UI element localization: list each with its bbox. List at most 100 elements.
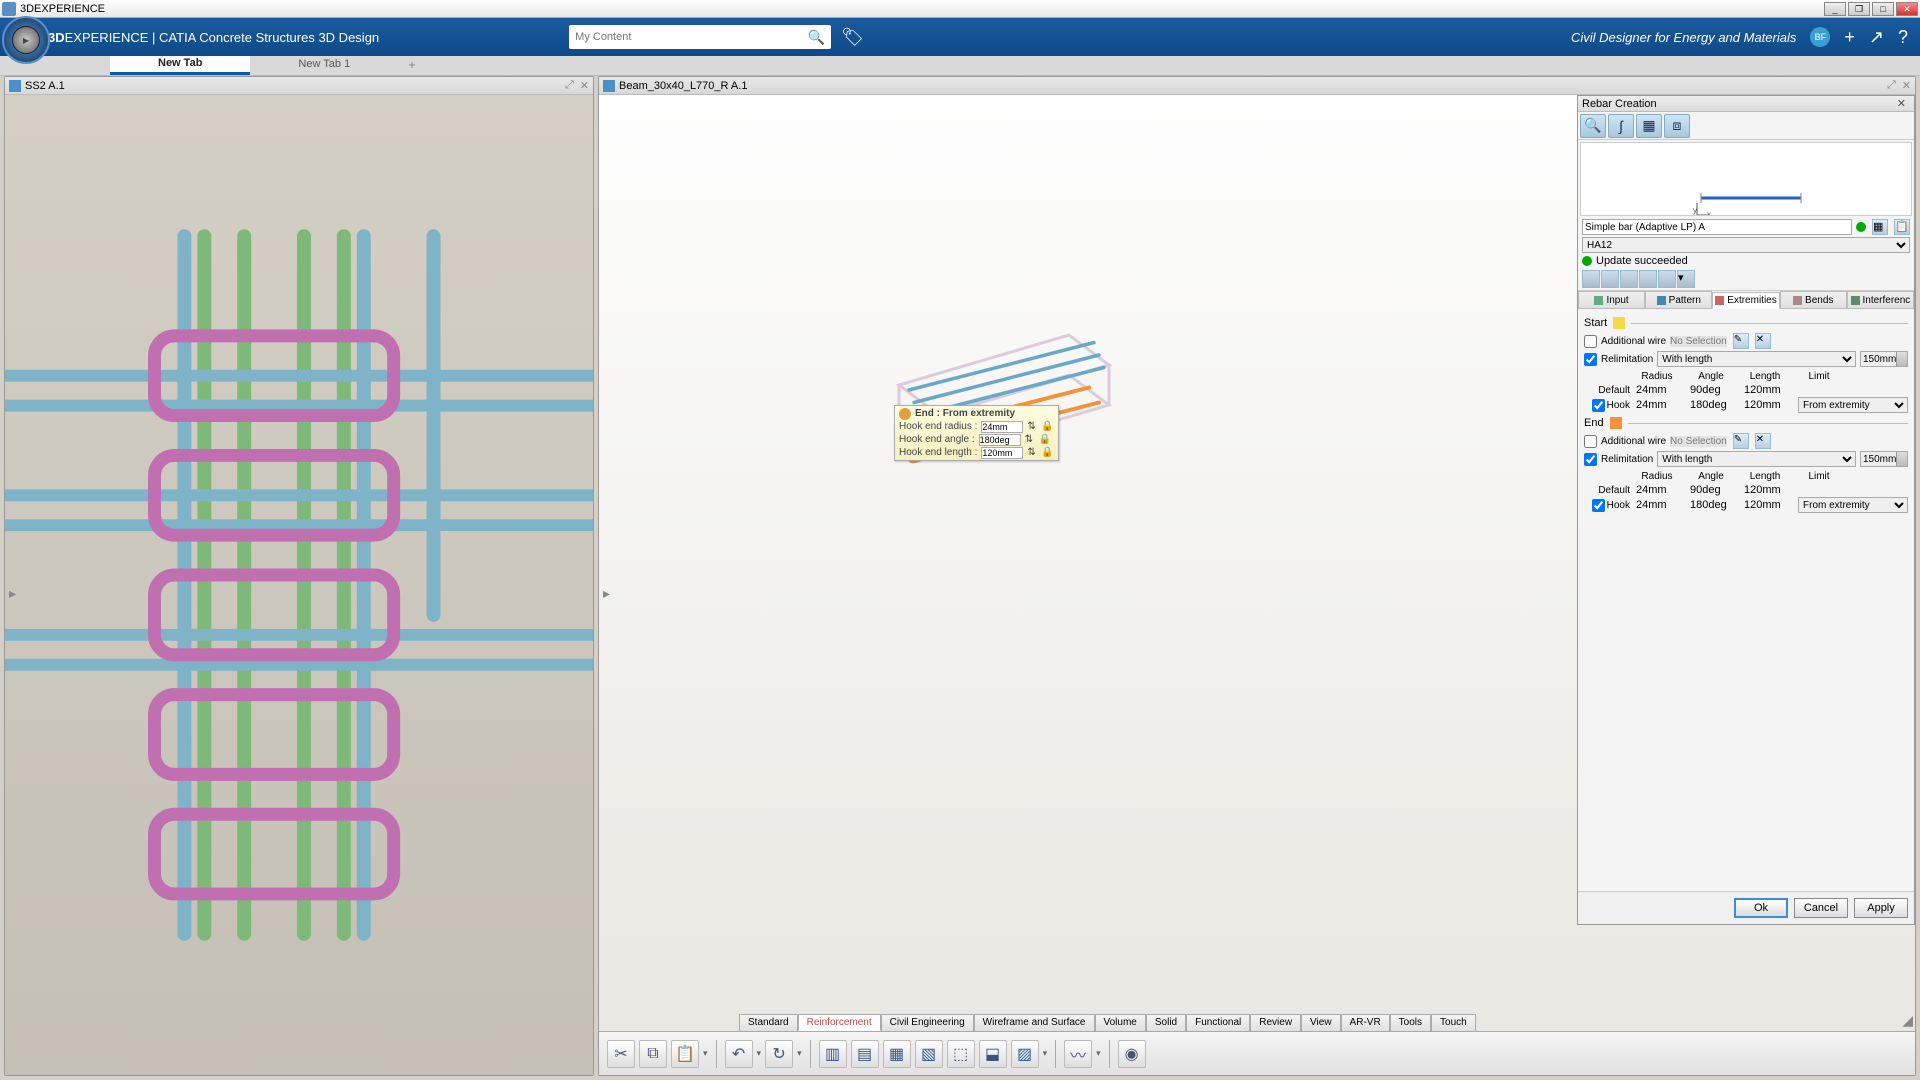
share-icon[interactable]: ↗ xyxy=(1869,27,1884,48)
start-hook-length[interactable]: 120mm xyxy=(1744,399,1794,411)
help-icon[interactable]: ? xyxy=(1898,27,1908,48)
mode-icon-2[interactable]: ∫ xyxy=(1608,114,1634,138)
paste-icon[interactable]: 📋 xyxy=(671,1040,699,1068)
end-default-radius[interactable]: 24mm xyxy=(1636,484,1686,496)
ribbon-tab-review[interactable]: Review xyxy=(1250,1014,1301,1031)
add-icon[interactable]: + xyxy=(1844,27,1855,48)
pick-icon[interactable]: ✎ xyxy=(1733,333,1749,349)
apply-button[interactable]: Apply xyxy=(1854,898,1908,918)
tool-dropdown-icon[interactable]: ▾ xyxy=(1677,270,1695,288)
pick-icon[interactable]: ✎ xyxy=(1733,433,1749,449)
search-input[interactable] xyxy=(575,31,808,43)
clear-icon[interactable]: ✕ xyxy=(1755,333,1771,349)
ribbon-tab-ar-vr[interactable]: AR-VR xyxy=(1341,1014,1390,1031)
end-relim-value[interactable]: 150mm xyxy=(1860,451,1908,467)
rebar-tool-2-icon[interactable]: ▤ xyxy=(851,1040,879,1068)
search-icon[interactable]: 🔍 xyxy=(808,29,825,46)
start-add-wire-check[interactable] xyxy=(1584,335,1597,348)
end-add-wire-check[interactable] xyxy=(1584,435,1597,448)
start-hook-angle[interactable]: 180deg xyxy=(1690,399,1740,411)
ribbon-tab-view[interactable]: View xyxy=(1301,1014,1341,1031)
window-restore[interactable]: ❐ xyxy=(1848,2,1870,16)
end-hook-length[interactable]: 120mm xyxy=(1744,499,1794,511)
search-box[interactable]: 🔍 xyxy=(569,25,831,49)
rebar-tool-6-icon[interactable]: ⬓ xyxy=(979,1040,1007,1068)
tool-icon-2[interactable] xyxy=(1601,270,1619,288)
maximize-view-icon[interactable]: ⤢ xyxy=(1887,79,1896,92)
tab-add[interactable]: + xyxy=(398,54,426,75)
mode-icon-4[interactable]: ⧈ xyxy=(1664,114,1690,138)
lock-icon[interactable]: 🔒 xyxy=(1041,446,1053,459)
redo-icon[interactable]: ↻ xyxy=(765,1040,793,1068)
start-relim-check[interactable] xyxy=(1584,353,1597,366)
clear-icon[interactable]: ✕ xyxy=(1755,433,1771,449)
start-default-angle[interactable]: 90deg xyxy=(1690,384,1740,396)
window-close[interactable]: ✕ xyxy=(1896,2,1918,16)
start-relim-value[interactable]: 150mm xyxy=(1860,351,1908,367)
resize-grip-icon[interactable]: ◢ xyxy=(1902,1012,1913,1029)
undo-icon[interactable]: ↶ xyxy=(725,1040,753,1068)
end-hook-check[interactable] xyxy=(1592,499,1605,512)
mode-icon-3[interactable]: ▦ xyxy=(1636,114,1662,138)
bar-name-field[interactable] xyxy=(1582,219,1852,235)
ribbon-tab-functional[interactable]: Functional xyxy=(1186,1014,1250,1031)
copy-icon[interactable]: ⧉ xyxy=(639,1040,667,1068)
start-hook-limit[interactable]: From extremity xyxy=(1798,397,1908,413)
lock-icon[interactable]: 🔒 xyxy=(1039,433,1051,446)
end-relim-check[interactable] xyxy=(1584,453,1597,466)
rebar-tool-7-icon[interactable]: ▨ xyxy=(1011,1040,1039,1068)
end-relim-mode[interactable]: With length xyxy=(1657,451,1856,467)
tab-new-1[interactable]: New Tab 1 xyxy=(250,55,398,75)
tab-extremities[interactable]: Extremities xyxy=(1712,292,1779,309)
callout-radius-input[interactable] xyxy=(981,421,1023,433)
start-hook-radius[interactable]: 24mm xyxy=(1636,399,1686,411)
right-3d-view[interactable]: ▸ End : From extremity xyxy=(599,95,1915,1075)
clipboard-icon[interactable]: 📋 xyxy=(1894,219,1910,235)
end-hook-angle[interactable]: 180deg xyxy=(1690,499,1740,511)
end-default-length[interactable]: 120mm xyxy=(1744,484,1794,496)
expand-left-icon[interactable]: ▸ xyxy=(9,585,16,602)
tab-bends[interactable]: Bends xyxy=(1780,291,1847,308)
tab-new[interactable]: New Tab xyxy=(110,54,250,75)
user-avatar[interactable]: BF xyxy=(1810,27,1830,47)
analysis-icon[interactable]: ◉ xyxy=(1118,1040,1146,1068)
ribbon-tab-solid[interactable]: Solid xyxy=(1146,1014,1186,1031)
tool-icon-5[interactable] xyxy=(1658,270,1676,288)
tool-icon-4[interactable] xyxy=(1639,270,1657,288)
ribbon-tab-volume[interactable]: Volume xyxy=(1095,1014,1146,1031)
ok-button[interactable]: Ok xyxy=(1734,898,1788,918)
cancel-button[interactable]: Cancel xyxy=(1794,898,1848,918)
start-default-length[interactable]: 120mm xyxy=(1744,384,1794,396)
ribbon-tab-tools[interactable]: Tools xyxy=(1390,1014,1431,1031)
tag-icon[interactable]: 🏷 xyxy=(841,27,864,48)
compass-button[interactable]: ▶ xyxy=(2,16,50,64)
callout-length-input[interactable] xyxy=(981,447,1023,459)
curve-tool-icon[interactable]: 〰 xyxy=(1064,1040,1092,1068)
window-maximize[interactable]: □ xyxy=(1872,2,1894,16)
end-hook-limit[interactable]: From extremity xyxy=(1798,497,1908,513)
lock-icon[interactable]: 🔒 xyxy=(1041,420,1053,433)
start-add-wire-field[interactable]: No Selection xyxy=(1670,336,1727,347)
start-default-radius[interactable]: 24mm xyxy=(1636,384,1686,396)
ribbon-tab-wireframe-and-surface[interactable]: Wireframe and Surface xyxy=(974,1014,1095,1031)
close-view-icon[interactable]: ✕ xyxy=(580,79,589,92)
start-relim-mode[interactable]: With length xyxy=(1657,351,1856,367)
ribbon-tab-reinforcement[interactable]: Reinforcement xyxy=(798,1014,881,1031)
tool-icon-1[interactable] xyxy=(1582,270,1600,288)
start-hook-check[interactable] xyxy=(1592,399,1605,412)
table-icon[interactable]: ▦ xyxy=(1872,219,1888,235)
tool-icon-3[interactable] xyxy=(1620,270,1638,288)
ribbon-tab-standard[interactable]: Standard xyxy=(739,1014,798,1031)
expand-left-icon[interactable]: ▸ xyxy=(603,585,610,602)
ribbon-tab-civil-engineering[interactable]: Civil Engineering xyxy=(881,1014,974,1031)
mode-icon-1[interactable]: 🔍 xyxy=(1580,114,1606,138)
cut-icon[interactable]: ✂ xyxy=(607,1040,635,1068)
bar-type-select[interactable]: HA12 xyxy=(1582,237,1910,253)
rebar-tool-1-icon[interactable]: ▥ xyxy=(819,1040,847,1068)
end-hook-radius[interactable]: 24mm xyxy=(1636,499,1686,511)
callout-angle-input[interactable] xyxy=(979,434,1021,446)
ribbon-tab-touch[interactable]: Touch xyxy=(1431,1014,1476,1031)
panel-close-icon[interactable]: ✕ xyxy=(1893,97,1910,110)
rebar-tool-3-icon[interactable]: ▦ xyxy=(883,1040,911,1068)
rebar-tool-4-icon[interactable]: ▧ xyxy=(915,1040,943,1068)
